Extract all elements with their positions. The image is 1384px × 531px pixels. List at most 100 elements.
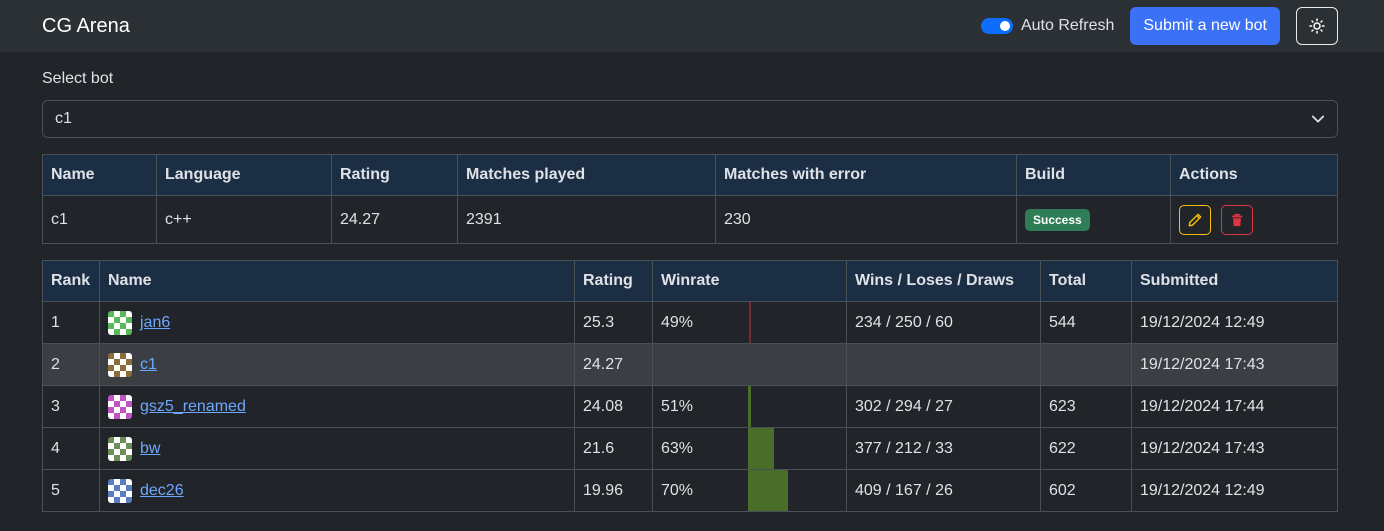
bot-link[interactable]: c1 [140, 356, 157, 373]
col-wld: Wins / Loses / Draws [846, 260, 1041, 302]
bot-rating: 24.27 [331, 195, 458, 244]
sun-icon [1309, 18, 1325, 34]
switch-knob [999, 21, 1010, 31]
bot-language: c++ [156, 195, 332, 244]
bot-link[interactable]: dec26 [140, 482, 184, 499]
col-rating: Rating [574, 260, 653, 302]
rating: 21.6 [574, 427, 653, 470]
table-row: 3 gsz5_renamed 24.08 51% 302 / 294 / 27 … [42, 385, 1338, 428]
winrate: 51% [661, 397, 694, 415]
winrate-cell: 63% [652, 427, 847, 470]
avatar [108, 352, 132, 377]
winrate: 70% [661, 481, 694, 499]
col-matches-played: Matches played [457, 154, 716, 196]
leaderboard-table: Rank Name Rating Winrate Wins / Loses / … [42, 260, 1338, 512]
name-cell: dec26 [99, 469, 575, 512]
avatar [108, 478, 132, 503]
bot-matches-played: 2391 [457, 195, 716, 244]
bot-matches-error: 230 [715, 195, 1017, 244]
rank: 1 [42, 301, 100, 344]
brand-title[interactable]: CG Arena [42, 15, 130, 38]
submitted: 19/12/2024 17:44 [1131, 385, 1338, 428]
submit-bot-button[interactable]: Submit a new bot [1130, 7, 1280, 45]
table-row: 2 c1 24.27 19/12/2024 17:43 [42, 343, 1338, 386]
winrate-bar [748, 428, 774, 469]
auto-refresh-switch[interactable] [980, 18, 1013, 34]
total [1040, 343, 1132, 386]
delete-button[interactable] [1221, 204, 1254, 235]
edit-button[interactable] [1179, 204, 1211, 235]
avatar [108, 310, 132, 335]
col-submitted: Submitted [1131, 260, 1338, 302]
rank: 4 [42, 427, 100, 470]
winrate-cell [652, 343, 847, 386]
bot-link[interactable]: gsz5_renamed [140, 398, 246, 415]
col-build: Build [1016, 154, 1171, 196]
winrate-cell: 51% [652, 385, 847, 428]
table-row: 5 dec26 19.96 70% 409 / 167 / 26 602 19/… [42, 469, 1338, 512]
col-name: Name [42, 154, 157, 196]
pencil-icon [1188, 213, 1202, 226]
winrate-bar [748, 386, 751, 427]
main-container: Select bot c1 Name Language Rating Match… [0, 70, 1384, 512]
winrate-bar [749, 302, 751, 343]
bot-build-cell: Success [1016, 195, 1171, 244]
winrate: 49% [661, 313, 694, 331]
navbar-right: Auto Refresh Submit a new bot [980, 7, 1338, 45]
col-language: Language [156, 154, 332, 196]
rank: 5 [42, 469, 100, 512]
bot-link[interactable]: jan6 [140, 314, 170, 331]
bot-link[interactable]: bw [140, 440, 160, 457]
bot-name: c1 [42, 195, 157, 244]
table-row: 1 jan6 25.3 49% 234 / 250 / 60 544 19/12… [42, 301, 1338, 344]
wld: 409 / 167 / 26 [846, 469, 1041, 512]
submitted: 19/12/2024 12:49 [1131, 469, 1338, 512]
avatar [108, 394, 132, 419]
trash-icon [1232, 213, 1243, 226]
submitted: 19/12/2024 17:43 [1131, 343, 1338, 386]
name-cell: bw [99, 427, 575, 470]
total: 544 [1040, 301, 1132, 344]
rating: 25.3 [574, 301, 653, 344]
bot-select[interactable]: c1 [42, 100, 1338, 138]
bot-info-table: Name Language Rating Matches played Matc… [42, 154, 1338, 244]
wld: 302 / 294 / 27 [846, 385, 1041, 428]
avatar [108, 436, 132, 461]
winrate: 63% [661, 439, 694, 457]
theme-toggle-button[interactable] [1296, 7, 1338, 45]
col-name: Name [99, 260, 575, 302]
auto-refresh-label: Auto Refresh [1020, 17, 1115, 34]
chevron-down-icon [1311, 115, 1325, 123]
winrate-bar [748, 470, 788, 511]
bot-row: c1 c++ 24.27 2391 230 Success [42, 195, 1338, 244]
col-rank: Rank [42, 260, 100, 302]
total: 623 [1040, 385, 1132, 428]
name-cell: jan6 [99, 301, 575, 344]
col-winrate: Winrate [652, 260, 847, 302]
rating: 24.08 [574, 385, 653, 428]
wld: 377 / 212 / 33 [846, 427, 1041, 470]
bot-select-value: c1 [55, 110, 72, 127]
navbar: CG Arena Auto Refresh Submit a new bot [0, 0, 1384, 52]
col-total: Total [1040, 260, 1132, 302]
bot-actions-cell [1170, 195, 1338, 244]
rank: 2 [42, 343, 100, 386]
total: 622 [1040, 427, 1132, 470]
rating: 19.96 [574, 469, 653, 512]
submitted: 19/12/2024 17:43 [1131, 427, 1338, 470]
select-bot-label: Select bot [42, 70, 114, 87]
name-cell: gsz5_renamed [99, 385, 575, 428]
col-rating: Rating [331, 154, 458, 196]
winrate-cell: 70% [652, 469, 847, 512]
wld [846, 343, 1041, 386]
build-status-badge: Success [1025, 208, 1090, 231]
col-matches-error: Matches with error [715, 154, 1017, 196]
submitted: 19/12/2024 12:49 [1131, 301, 1338, 344]
rank: 3 [42, 385, 100, 428]
auto-refresh-toggle[interactable]: Auto Refresh [980, 17, 1115, 35]
rating: 24.27 [574, 343, 653, 386]
col-actions: Actions [1170, 154, 1338, 196]
total: 602 [1040, 469, 1132, 512]
table-row: 4 bw 21.6 63% 377 / 212 / 33 622 19/12/2… [42, 427, 1338, 470]
winrate-cell: 49% [652, 301, 847, 344]
